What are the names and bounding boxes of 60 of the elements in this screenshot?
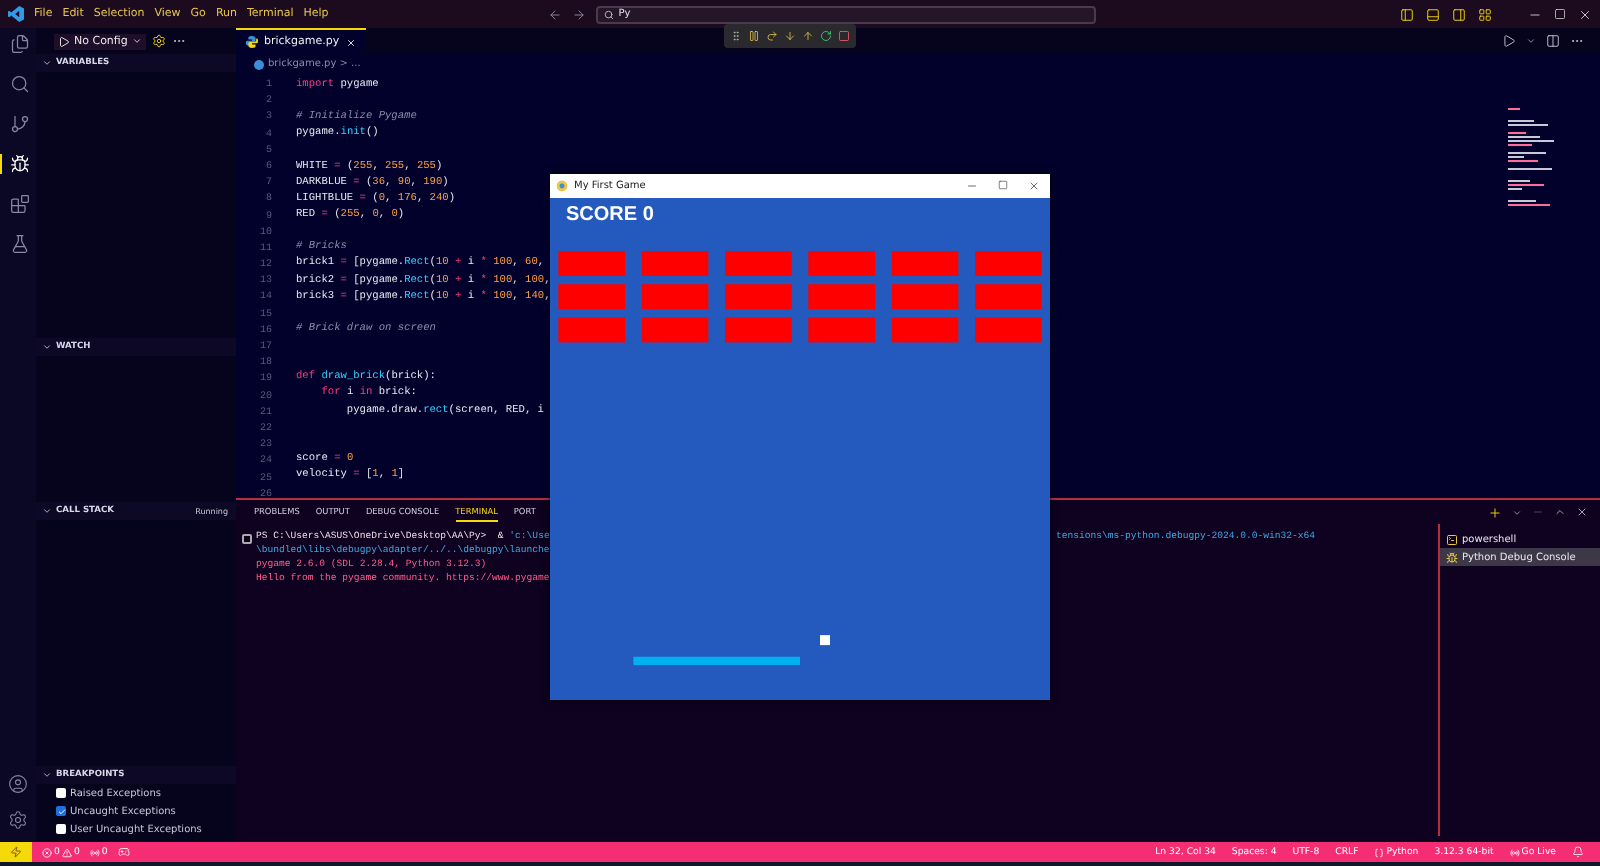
braces-icon bbox=[1374, 847, 1385, 857]
layout-icon[interactable] bbox=[1478, 7, 1492, 21]
brick bbox=[725, 250, 792, 276]
panel-left-icon[interactable] bbox=[1400, 7, 1414, 21]
brick bbox=[891, 317, 959, 343]
warning-icon bbox=[61, 847, 72, 857]
restart-icon[interactable] bbox=[820, 30, 832, 42]
error-icon bbox=[42, 847, 52, 857]
brick bbox=[891, 284, 959, 310]
play-icon bbox=[58, 35, 70, 47]
settings-icon[interactable] bbox=[8, 810, 28, 830]
maximize-panel-icon[interactable] bbox=[1554, 506, 1566, 518]
brick bbox=[975, 250, 1042, 276]
bug-icon bbox=[1446, 551, 1458, 563]
step-over-icon[interactable] bbox=[766, 30, 778, 42]
brick bbox=[725, 284, 792, 310]
forward-icon[interactable] bbox=[572, 7, 587, 21]
brick bbox=[558, 317, 625, 343]
checkbox[interactable] bbox=[56, 806, 66, 816]
checkbox[interactable] bbox=[56, 824, 66, 834]
antenna-icon bbox=[1509, 847, 1520, 857]
pause-icon[interactable] bbox=[748, 30, 760, 42]
app-logo-icon bbox=[8, 6, 24, 22]
brick bbox=[558, 284, 625, 310]
python-file-icon bbox=[254, 59, 264, 69]
terminal-icon bbox=[1446, 533, 1458, 545]
back-icon[interactable] bbox=[548, 7, 563, 21]
split-editor-icon[interactable] bbox=[1546, 34, 1560, 48]
brick bbox=[725, 317, 792, 343]
app-icon bbox=[556, 180, 568, 192]
brick bbox=[641, 284, 709, 310]
stop-icon[interactable] bbox=[838, 30, 850, 42]
brick bbox=[891, 250, 959, 276]
bell-icon[interactable] bbox=[1572, 846, 1584, 858]
brick bbox=[975, 284, 1042, 310]
caret-icon bbox=[131, 36, 142, 46]
panel-right-icon[interactable] bbox=[1452, 7, 1466, 21]
brick bbox=[808, 250, 875, 276]
caret-icon[interactable] bbox=[1526, 36, 1536, 46]
brick bbox=[641, 317, 709, 343]
lightning-icon bbox=[10, 846, 22, 858]
command-marker-icon bbox=[242, 534, 252, 544]
remote-button[interactable] bbox=[0, 842, 32, 862]
antenna-icon bbox=[89, 847, 100, 857]
step-into-icon[interactable] bbox=[784, 30, 796, 42]
run-icon[interactable] bbox=[1502, 34, 1516, 48]
account-icon[interactable] bbox=[8, 774, 28, 794]
brick bbox=[808, 284, 875, 310]
caret-icon[interactable] bbox=[1512, 507, 1522, 517]
brick bbox=[975, 317, 1042, 343]
score-text: SCORE 0 bbox=[564, 202, 654, 226]
add-icon[interactable] bbox=[1488, 505, 1502, 519]
brick bbox=[641, 250, 709, 276]
brick bbox=[558, 250, 625, 276]
checkbox[interactable] bbox=[56, 788, 66, 798]
step-out-icon[interactable] bbox=[802, 30, 814, 42]
python-icon bbox=[246, 36, 258, 48]
search-icon bbox=[604, 9, 615, 19]
brick bbox=[808, 317, 875, 343]
panel-bottom-icon[interactable] bbox=[1426, 7, 1440, 21]
